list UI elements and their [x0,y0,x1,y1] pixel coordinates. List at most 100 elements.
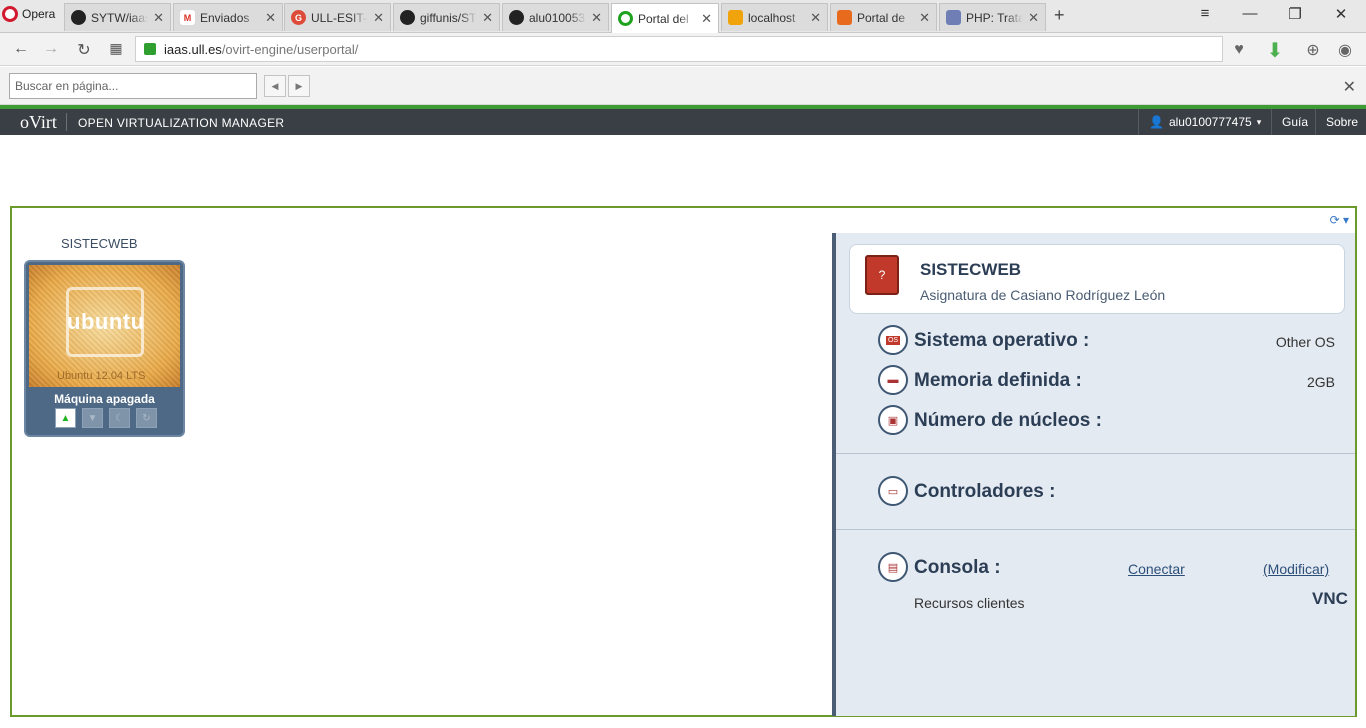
close-icon[interactable]: ✕ [701,11,712,27]
vm-card[interactable]: ubuntu Ubuntu 12.04 LTS Máquina apagada … [24,260,185,437]
url-domain: iaas.ull.es [164,41,222,57]
find-bar: ◀ ▶ ✕ [0,67,1366,105]
opera-label: Opera [22,7,56,21]
client-resources-text: Recursos clientes [914,595,1025,611]
close-icon[interactable]: ✕ [1028,10,1039,26]
user-name: alu0100777475 [1168,115,1252,129]
tab-php[interactable]: PHP: Trata ✕ [939,3,1046,31]
browser-tab-bar: Opera SYTW/iaas ✕ M Enviados ✕ G ULL-ESI… [0,0,1366,33]
tab-title: alu010053 [529,10,586,25]
back-icon[interactable]: ← [11,40,31,58]
github-icon [509,10,524,25]
console-protocol: VNC [1312,589,1348,608]
close-icon[interactable]: ✕ [373,10,384,26]
downloads-icon[interactable]: ⊕ [1302,39,1324,61]
close-icon[interactable]: ✕ [482,10,493,26]
vm-status: Máquina apagada [54,392,155,406]
opera-icon [618,11,633,26]
console-label: Consola : [914,557,1001,578]
opera-logo-icon [2,6,18,22]
php-icon [946,10,961,25]
opera-menu-button[interactable]: Opera [0,0,60,28]
close-icon[interactable]: ✕ [810,10,821,26]
tab-portal-de[interactable]: Portal de ✕ [830,3,937,31]
tab-sytw[interactable]: SYTW/iaas ✕ [64,3,171,31]
header-divider [66,113,67,131]
tab-localhost[interactable]: localhost ✕ [721,3,828,31]
find-previous-icon[interactable]: ◀ [264,75,286,97]
ovirt-logo: oVirt [20,112,57,132]
cpu-icon: ▣ [878,405,908,435]
vm-list-panel: ⟳ ▾ SISTECWEB ubuntu Ubuntu 12.04 LTS Má… [10,206,1357,717]
download-arrow-icon[interactable]: ⬇ [1264,39,1286,62]
os-label: Sistema operativo : [914,330,1090,351]
ubuntu-logo-text: ubuntu [67,309,145,334]
tab-giffunis[interactable]: giffunis/ST ✕ [393,3,500,31]
controllers-label: Controladores : [914,481,1056,502]
tab-title: PHP: Trata [966,10,1024,25]
details-vm-name: SISTECWEB [920,260,1022,279]
find-close-icon[interactable]: ✕ [1343,77,1356,97]
memory-value: 2GB [1306,374,1335,390]
github-icon [400,10,415,25]
phpmyadmin-icon [728,10,743,25]
new-tab-button[interactable]: + [1054,5,1065,26]
close-icon[interactable]: ✕ [265,10,276,26]
lock-icon [144,43,156,55]
divider [836,529,1355,530]
close-icon[interactable]: ✕ [153,10,164,26]
tab-menu-icon[interactable]: ≡ [1190,5,1220,22]
account-icon[interactable]: ◉ [1334,39,1356,61]
window-close-icon[interactable]: ✕ [1326,5,1356,23]
shutdown-vm-button[interactable]: ▼ [82,408,103,428]
url-path: /ovirt-engine/userportal/ [221,41,359,57]
app-title: OPEN VIRTUALIZATION MANAGER [78,116,285,130]
close-icon[interactable]: ✕ [919,10,930,26]
tab-title: giffunis/ST [420,10,477,25]
speed-dial-icon[interactable]: ▦ [106,40,126,57]
url-field[interactable]: iaas.ull.es/ovirt-engine/userportal/ [135,36,1223,62]
start-vm-button[interactable]: ▲ [55,408,76,428]
forward-icon[interactable]: → [41,40,61,58]
monitor-icon: ▤ [878,552,908,582]
connect-link[interactable]: Conectar [1128,561,1185,577]
controller-icon: ▭ [878,476,908,506]
restore-icon[interactable]: ❐ [1280,5,1310,23]
google-plus-icon: G [291,10,306,25]
reload-icon[interactable]: ↻ [74,40,94,60]
reboot-vm-button[interactable]: ↻ [136,408,157,428]
details-description: Asignatura de Casiano Rodríguez León [920,287,1166,303]
close-icon[interactable]: ✕ [591,10,602,26]
tab-ull-esit[interactable]: G ULL-ESIT-S ✕ [284,3,391,31]
vm-os-image: ubuntu Ubuntu 12.04 LTS [29,265,180,387]
user-menu[interactable]: 👤 alu0100777475 ▾ [1138,109,1271,135]
find-input[interactable] [9,73,257,99]
modify-link[interactable]: (Modificar) [1263,561,1329,577]
refresh-icon[interactable]: ⟳ ▾ [1330,213,1349,227]
tab-portal-active[interactable]: Portal del ✕ [611,3,719,33]
memory-label: Memoria definida : [914,370,1082,391]
heart-icon[interactable]: ♥ [1228,39,1250,61]
guide-link[interactable]: Guía [1271,109,1318,135]
github-icon [71,10,86,25]
find-next-icon[interactable]: ▶ [288,75,310,97]
tab-alu010053[interactable]: alu010053 ✕ [502,3,609,31]
about-link[interactable]: Sobre [1315,109,1366,135]
address-bar: ← → ↻ ▦ iaas.ull.es/ovirt-engine/userpor… [0,33,1366,66]
tab-enviados[interactable]: M Enviados ✕ [173,3,283,31]
suspend-vm-button[interactable]: ☾ [109,408,130,428]
os-icon: OS [878,325,908,355]
tab-title: Enviados [200,10,250,25]
tab-title: localhost [748,10,796,25]
memory-icon: ▬ [878,365,908,395]
tab-title: Portal del [638,11,689,26]
details-header: ? SISTECWEB Asignatura de Casiano Rodríg… [849,244,1345,314]
chevron-down-icon: ▾ [1256,116,1262,127]
tab-title: Portal de [857,10,906,25]
ovirt-header: oVirt OPEN VIRTUALIZATION MANAGER 👤 alu0… [0,105,1366,135]
portal-icon [837,10,852,25]
vm-details-panel: ? SISTECWEB Asignatura de Casiano Rodríg… [832,233,1355,716]
minimize-icon[interactable]: — [1235,5,1265,22]
os-value: Other OS [1275,334,1335,350]
divider [836,453,1355,454]
